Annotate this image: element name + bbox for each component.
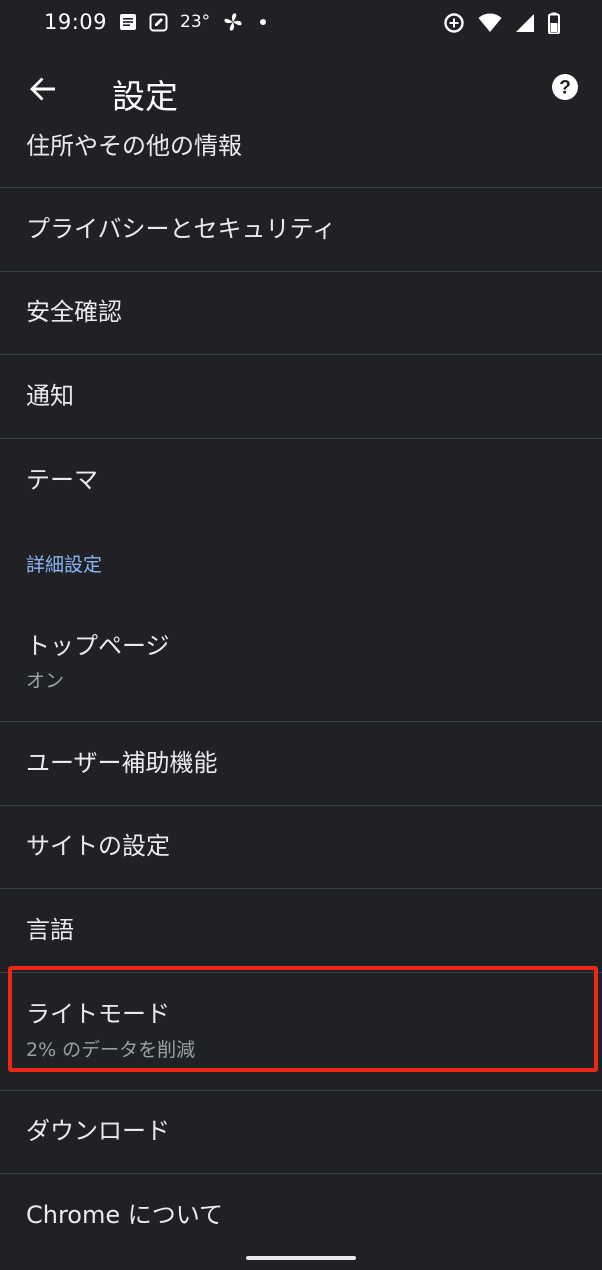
home-indicator[interactable]: [246, 1256, 356, 1260]
settings-item-label: ライトモード: [26, 1000, 170, 1029]
temperature: 23°: [180, 12, 211, 32]
help-button[interactable]: ?: [550, 74, 580, 104]
settings-item-label: トップページ: [26, 631, 170, 660]
dot-icon: [256, 15, 270, 29]
help-circle-icon: ?: [551, 73, 579, 105]
settings-item-label: プライバシーとセキュリティ: [26, 214, 337, 243]
arrow-back-icon: [29, 75, 57, 107]
status-time: 19:09: [44, 10, 108, 34]
settings-item-address[interactable]: 住所やその他の情報: [0, 106, 602, 188]
settings-item-label: 住所やその他の情報: [26, 132, 242, 160]
settings-item-label: 言語: [26, 915, 74, 944]
settings-item-label: ダウンロード: [26, 1117, 170, 1146]
settings-item-theme[interactable]: テーマ: [0, 439, 602, 523]
battery-icon: [548, 12, 560, 34]
settings-list: 住所やその他の情報 プライバシーとセキュリティ 安全確認 通知 テーマ 詳細設定…: [0, 106, 602, 1258]
settings-item-lite-mode[interactable]: ライトモード 2% のデータを削減: [0, 973, 602, 1091]
wifi-icon: [478, 13, 502, 33]
settings-item-label: ユーザー補助機能: [26, 748, 218, 777]
settings-item-site-settings[interactable]: サイトの設定: [0, 806, 602, 889]
settings-item-homepage[interactable]: トップページ オン: [0, 604, 602, 722]
settings-item-privacy[interactable]: プライバシーとセキュリティ: [0, 188, 602, 272]
settings-item-downloads[interactable]: ダウンロード: [0, 1091, 602, 1174]
settings-screen: 19:09 23° 設定 ? 住所やその他の情報 プライバシーとセキュリティ 安…: [0, 0, 602, 1270]
settings-item-languages[interactable]: 言語: [0, 889, 602, 973]
settings-item-label: テーマ: [26, 465, 98, 494]
settings-item-label: サイトの設定: [26, 832, 170, 861]
settings-item-label: Chrome について: [26, 1200, 224, 1229]
settings-item-notifications[interactable]: 通知: [0, 355, 602, 439]
settings-item-label: 安全確認: [26, 298, 122, 327]
settings-item-summary: オン: [26, 670, 65, 693]
settings-item-accessibility[interactable]: ユーザー補助機能: [0, 722, 602, 806]
settings-item-label: 通知: [26, 381, 74, 410]
status-bar: 19:09 23°: [0, 0, 602, 50]
pinwheel-icon: [222, 11, 244, 33]
data-saver-icon: [443, 12, 465, 34]
back-button[interactable]: [24, 72, 62, 110]
section-header-advanced: 詳細設定: [26, 553, 103, 576]
signal-icon: [515, 13, 535, 33]
status-right: [443, 12, 560, 34]
settings-item-safety-check[interactable]: 安全確認: [0, 272, 602, 355]
settings-item-summary: 2% のデータを削減: [26, 1038, 196, 1061]
edit-square-icon: [149, 13, 168, 32]
svg-text:?: ?: [559, 78, 571, 99]
notes-icon: [119, 13, 137, 31]
status-left: 19:09 23°: [44, 10, 270, 34]
